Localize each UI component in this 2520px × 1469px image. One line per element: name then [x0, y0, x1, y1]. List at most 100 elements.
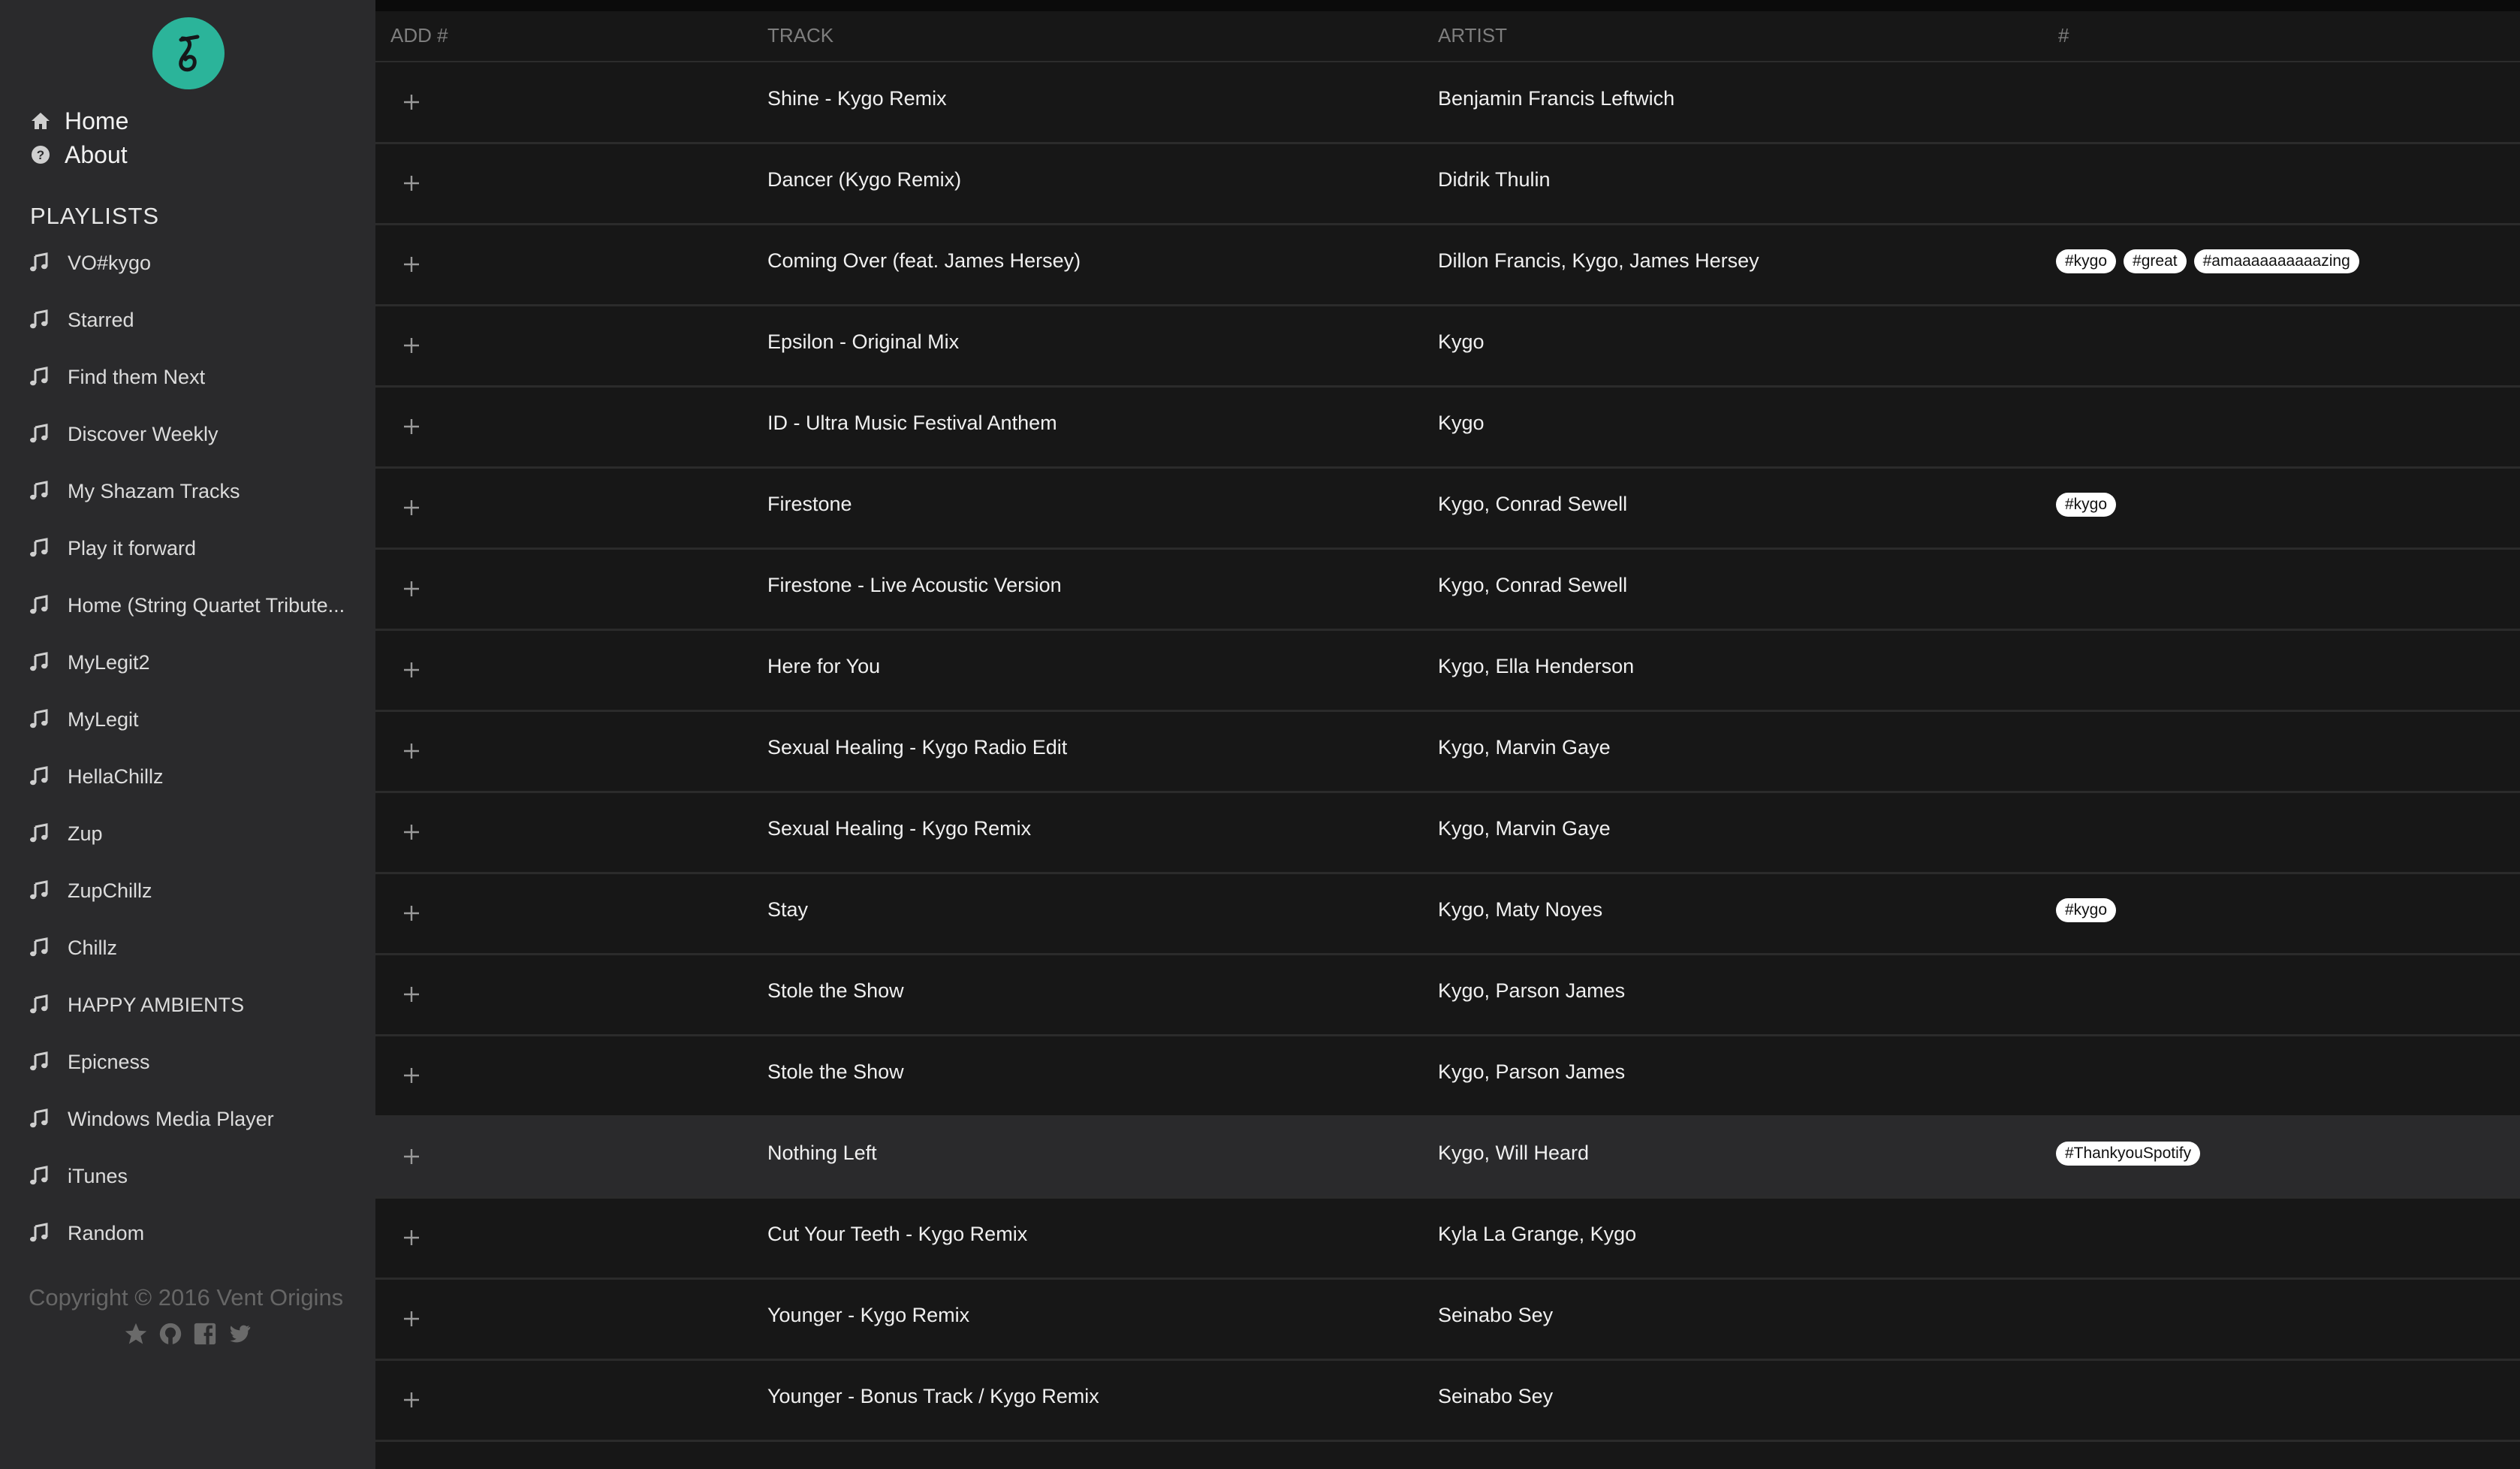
playlist-item[interactable]: Discover Weekly: [29, 418, 359, 451]
table-row[interactable]: Nothing Left Kygo, Will Heard #ThankyouSpo…: [375, 1117, 2520, 1199]
track-name[interactable]: Epsilon - Original Mix: [767, 330, 959, 354]
nav-home[interactable]: Home: [29, 104, 128, 138]
add-track-button[interactable]: [399, 820, 424, 844]
track-name[interactable]: Coming Over (feat. James Hersey): [767, 249, 1081, 273]
artist-name[interactable]: Seinabo Sey: [1438, 1385, 1553, 1408]
star-icon[interactable]: [122, 1320, 150, 1348]
track-name[interactable]: Sexual Healing - Kygo Remix: [767, 817, 1031, 840]
table-row[interactable]: Firestone - Live Acoustic Version Kygo, C…: [375, 549, 2520, 631]
artist-name[interactable]: Kygo, Marvin Gaye: [1438, 736, 1611, 759]
artist-name[interactable]: Kygo, Parson James: [1438, 979, 1625, 1003]
hashtag-badge[interactable]: #amaaaaaaaaaazing: [2193, 249, 2359, 273]
playlist-item[interactable]: Find them Next: [29, 360, 359, 394]
track-name[interactable]: Sexual Healing - Kygo Radio Edit: [767, 736, 1067, 759]
track-name[interactable]: ID - Ultra Music Festival Anthem: [767, 412, 1057, 435]
artist-name[interactable]: Benjamin Francis Leftwich: [1438, 87, 1674, 110]
hashtag-badge[interactable]: #ThankyouSpotify: [2056, 1142, 2201, 1166]
track-name[interactable]: Stole the Show: [767, 979, 904, 1003]
track-name[interactable]: Firestone - Live Acoustic Version: [767, 574, 1062, 597]
playlist-item[interactable]: iTunes: [29, 1160, 359, 1193]
track-name[interactable]: Nothing Left: [767, 1142, 877, 1165]
playlist-item[interactable]: Epicness: [29, 1045, 359, 1078]
app-logo[interactable]: [152, 17, 225, 89]
table-row[interactable]: Firestone Kygo, Conrad Sewell #kygo: [375, 468, 2520, 550]
playlist-item[interactable]: HellaChillz: [29, 760, 359, 793]
artist-name[interactable]: Kygo, Marvin Gaye: [1438, 817, 1611, 840]
add-track-button[interactable]: [399, 496, 424, 520]
playlist-item[interactable]: Starred: [29, 303, 359, 336]
playlist-item[interactable]: Play it forward: [29, 532, 359, 565]
add-track-button[interactable]: [399, 90, 424, 114]
artist-name[interactable]: Kygo: [1438, 330, 1485, 354]
playlist-item[interactable]: Windows Media Player: [29, 1103, 359, 1136]
playlist-item[interactable]: Random: [29, 1217, 359, 1250]
table-row[interactable]: Younger - Kygo Remix Seinabo Sey: [375, 1279, 2520, 1361]
add-track-button[interactable]: [399, 1063, 424, 1087]
artist-name[interactable]: Kygo, Conrad Sewell: [1438, 574, 1627, 597]
add-track-button[interactable]: [399, 1388, 424, 1412]
track-name[interactable]: Dancer (Kygo Remix): [767, 168, 961, 192]
playlist-item[interactable]: Chillz: [29, 931, 359, 964]
artist-name[interactable]: Kyla La Grange, Kygo: [1438, 1223, 1636, 1246]
add-track-button[interactable]: [399, 252, 424, 276]
playlist-item[interactable]: My Shazam Tracks: [29, 475, 359, 508]
track-name[interactable]: Here for You: [767, 655, 880, 678]
table-row[interactable]: Sexual Healing - Kygo Remix Kygo, Marvin …: [375, 792, 2520, 874]
table-row[interactable]: Stole the Show Kygo, Parson James: [375, 1036, 2520, 1118]
add-track-button[interactable]: [399, 739, 424, 763]
track-name[interactable]: Younger - Kygo Remix: [767, 1304, 969, 1327]
hashtag-badge[interactable]: #kygo: [2056, 249, 2117, 273]
artist-name[interactable]: Kygo, Will Heard: [1438, 1142, 1589, 1165]
artist-name[interactable]: Kygo, Ella Henderson: [1438, 655, 1634, 678]
add-track-button[interactable]: [399, 1226, 424, 1250]
github-icon[interactable]: [156, 1320, 185, 1348]
add-track-button[interactable]: [399, 171, 424, 195]
table-row[interactable]: Younger - Bonus Track / Kygo Remix Seinab…: [375, 1360, 2520, 1442]
add-track-button[interactable]: [399, 1307, 424, 1331]
add-track-button[interactable]: [399, 415, 424, 439]
add-track-button[interactable]: [399, 658, 424, 682]
hashtag-badge[interactable]: #great: [2124, 249, 2187, 273]
track-name[interactable]: Stay: [767, 898, 808, 922]
hashtag-badge[interactable]: #kygo: [2056, 493, 2117, 517]
table-row[interactable]: Shine - Kygo Remix Benjamin Francis Leftw…: [375, 62, 2520, 144]
playlist-item[interactable]: HAPPY AMBIENTS: [29, 988, 359, 1021]
artist-name[interactable]: Didrik Thulin: [1438, 168, 1551, 192]
playlist-item[interactable]: MyLegit: [29, 703, 359, 736]
table-row[interactable]: Dancer (Kygo Remix) Didrik Thulin: [375, 143, 2520, 225]
nav-about[interactable]: ? About: [29, 137, 128, 172]
artist-name[interactable]: Kygo, Parson James: [1438, 1060, 1625, 1084]
table-row[interactable]: Cut Your Teeth - Kygo Remix Kyla La Grang…: [375, 1198, 2520, 1280]
facebook-icon[interactable]: [191, 1320, 219, 1348]
add-track-button[interactable]: [399, 1145, 424, 1169]
table-row[interactable]: Here for You Kygo, Ella Henderson: [375, 630, 2520, 712]
table-row[interactable]: Sexual Healing - Kygo Radio Edit Kygo, Ma…: [375, 711, 2520, 793]
add-track-button[interactable]: [399, 901, 424, 925]
table-row[interactable]: Stole the Show Kygo, Parson James: [375, 955, 2520, 1036]
playlist-item[interactable]: ZupChillz: [29, 874, 359, 907]
table-row[interactable]: Epsilon - Original Mix Kygo: [375, 306, 2520, 388]
artist-name[interactable]: Dillon Francis, Kygo, James Hersey: [1438, 249, 1759, 273]
table-row[interactable]: Stay Kygo, Maty Noyes #kygo: [375, 873, 2520, 955]
track-name[interactable]: Cut Your Teeth - Kygo Remix: [767, 1223, 1027, 1246]
playlist-item[interactable]: MyLegit2: [29, 646, 359, 679]
track-name[interactable]: Firestone: [767, 493, 852, 516]
table-row[interactable]: ID - Ultra Music Festival Anthem Kygo: [375, 387, 2520, 469]
artist-name[interactable]: Seinabo Sey: [1438, 1304, 1553, 1327]
playlist-item[interactable]: Zup: [29, 817, 359, 850]
add-track-button[interactable]: [399, 333, 424, 357]
artist-name[interactable]: Kygo, Conrad Sewell: [1438, 493, 1627, 516]
twitter-icon[interactable]: [225, 1320, 254, 1348]
playlist-item[interactable]: Home (String Quartet Tribute...: [29, 589, 359, 622]
table-row[interactable]: Coming Over (feat. James Hersey) Dillon F…: [375, 225, 2520, 306]
add-track-button[interactable]: [399, 577, 424, 601]
artist-name[interactable]: Kygo, Maty Noyes: [1438, 898, 1602, 922]
add-track-button[interactable]: [399, 982, 424, 1006]
track-name[interactable]: Shine - Kygo Remix: [767, 87, 947, 110]
question-circle-icon: ?: [29, 143, 53, 167]
track-name[interactable]: Stole the Show: [767, 1060, 904, 1084]
playlist-item[interactable]: VO#kygo: [29, 246, 359, 279]
hashtag-badge[interactable]: #kygo: [2056, 898, 2117, 922]
artist-name[interactable]: Kygo: [1438, 412, 1485, 435]
track-name[interactable]: Younger - Bonus Track / Kygo Remix: [767, 1385, 1099, 1408]
